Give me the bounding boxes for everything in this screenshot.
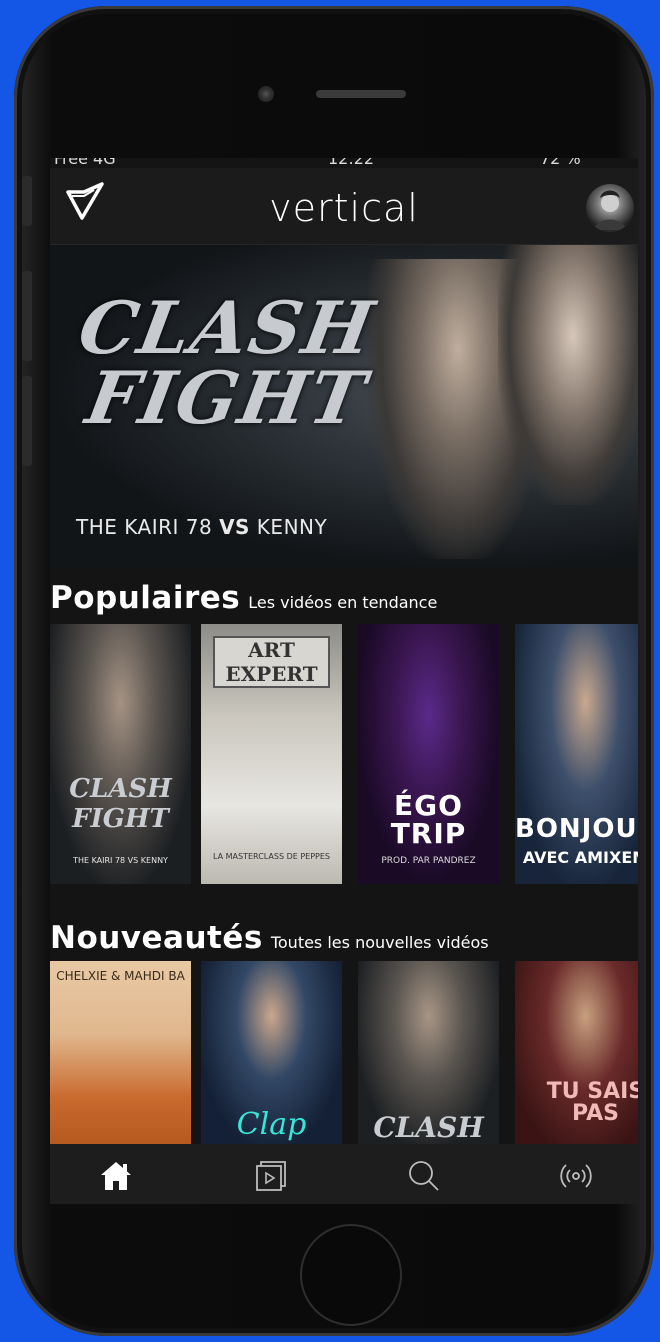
top-app-bar: vertical: [50, 168, 638, 245]
featured-subtitle-b: KENNY: [249, 515, 328, 539]
volume-down-button: [22, 376, 32, 466]
status-bar: Free 4G 12:22 72 %: [50, 158, 638, 168]
card-caption: CLASH: [373, 1111, 484, 1144]
section-subtitle: Les vidéos en tendance: [248, 593, 438, 612]
card-small-caption: LA MASTERCLASS DE PEPPES: [212, 852, 331, 861]
broadcast-icon[interactable]: [558, 1158, 594, 1194]
front-camera: [258, 86, 274, 102]
card-small-caption: THE KAIRI 78 VS KENNY: [73, 856, 168, 865]
video-card[interactable]: CLASH FIGHT THE KAIRI 78 VS KENNY: [50, 624, 191, 884]
card-caption: ÉGO TRIP: [390, 789, 467, 850]
featured-title-line2: FIGHT: [80, 355, 374, 440]
volume-up-button: [22, 271, 32, 361]
card-caption: TU SAIS PAS: [546, 1079, 638, 1126]
new-videos-row: CHELXIE & MAHDI BA Clap CLASH TU SAIS PA…: [50, 961, 638, 1144]
section-header-nouveautes: Nouveautés Toutes les nouvelles vidéos: [50, 920, 489, 956]
clock: 12:22: [328, 158, 375, 168]
video-card[interactable]: Clap: [201, 961, 342, 1144]
section-title: Nouveautés: [50, 920, 263, 956]
section-subtitle: Toutes les nouvelles vidéos: [270, 933, 489, 952]
card-caption: CHELXIE & MAHDI BA: [56, 969, 185, 983]
search-icon[interactable]: [406, 1158, 442, 1194]
popular-videos-row: CLASH FIGHT THE KAIRI 78 VS KENNY ART EX…: [50, 624, 638, 884]
video-card[interactable]: ÉGO TRIP PROD. PAR PANDREZ: [358, 624, 499, 884]
featured-subtitle: THE KAIRI 78 VS KENNY: [76, 515, 327, 539]
video-card[interactable]: BONJOUR AVEC AMIXEM: [515, 624, 638, 884]
card-small-caption: PROD. PAR PANDREZ: [381, 856, 476, 866]
chelxie-mahdi-poster-icon: [50, 961, 191, 1144]
featured-subtitle-vs: VS: [219, 515, 250, 539]
card-caption: BONJOUR: [515, 814, 638, 844]
featured-subtitle-a: THE KAIRI 78: [76, 515, 220, 539]
featured-character-right: [498, 245, 638, 505]
card-caption: ART EXPERT: [213, 636, 330, 688]
mute-switch: [22, 176, 32, 226]
featured-banner[interactable]: CLASH FIGHT THE KAIRI 78 VS KENNY: [50, 245, 638, 568]
play-icon[interactable]: [252, 1158, 288, 1194]
bottom-tab-bar: [50, 1144, 638, 1204]
video-card[interactable]: CLASH: [358, 961, 499, 1144]
card-caption: Clap: [236, 1107, 307, 1142]
video-card[interactable]: TU SAIS PAS: [515, 961, 638, 1144]
battery-label: 72 %: [540, 158, 581, 168]
section-header-populaires: Populaires Les vidéos en tendance: [50, 580, 437, 616]
app-screen: Free 4G 12:22 72 % vertical CLASH FIGHT …: [50, 158, 638, 1204]
user-photo-icon: [594, 190, 626, 230]
card-caption: CLASH FIGHT: [69, 774, 172, 834]
clash-fight-poster-icon: [50, 624, 191, 884]
home-icon[interactable]: [98, 1158, 134, 1194]
card-small-caption: AVEC AMIXEM: [522, 848, 638, 867]
video-card[interactable]: ART EXPERT LA MASTERCLASS DE PEPPES: [201, 624, 342, 884]
profile-avatar[interactable]: [586, 184, 634, 232]
section-title: Populaires: [50, 580, 241, 616]
video-card[interactable]: CHELXIE & MAHDI BA: [50, 961, 191, 1144]
home-button[interactable]: [300, 1224, 402, 1326]
carrier-label: Free 4G: [54, 158, 116, 168]
featured-title-line1: CLASH: [72, 285, 382, 370]
app-title: vertical: [269, 186, 419, 230]
featured-title: CLASH FIGHT: [62, 285, 385, 440]
earpiece-speaker: [316, 90, 406, 98]
bonjour-poster-icon: [515, 624, 638, 884]
